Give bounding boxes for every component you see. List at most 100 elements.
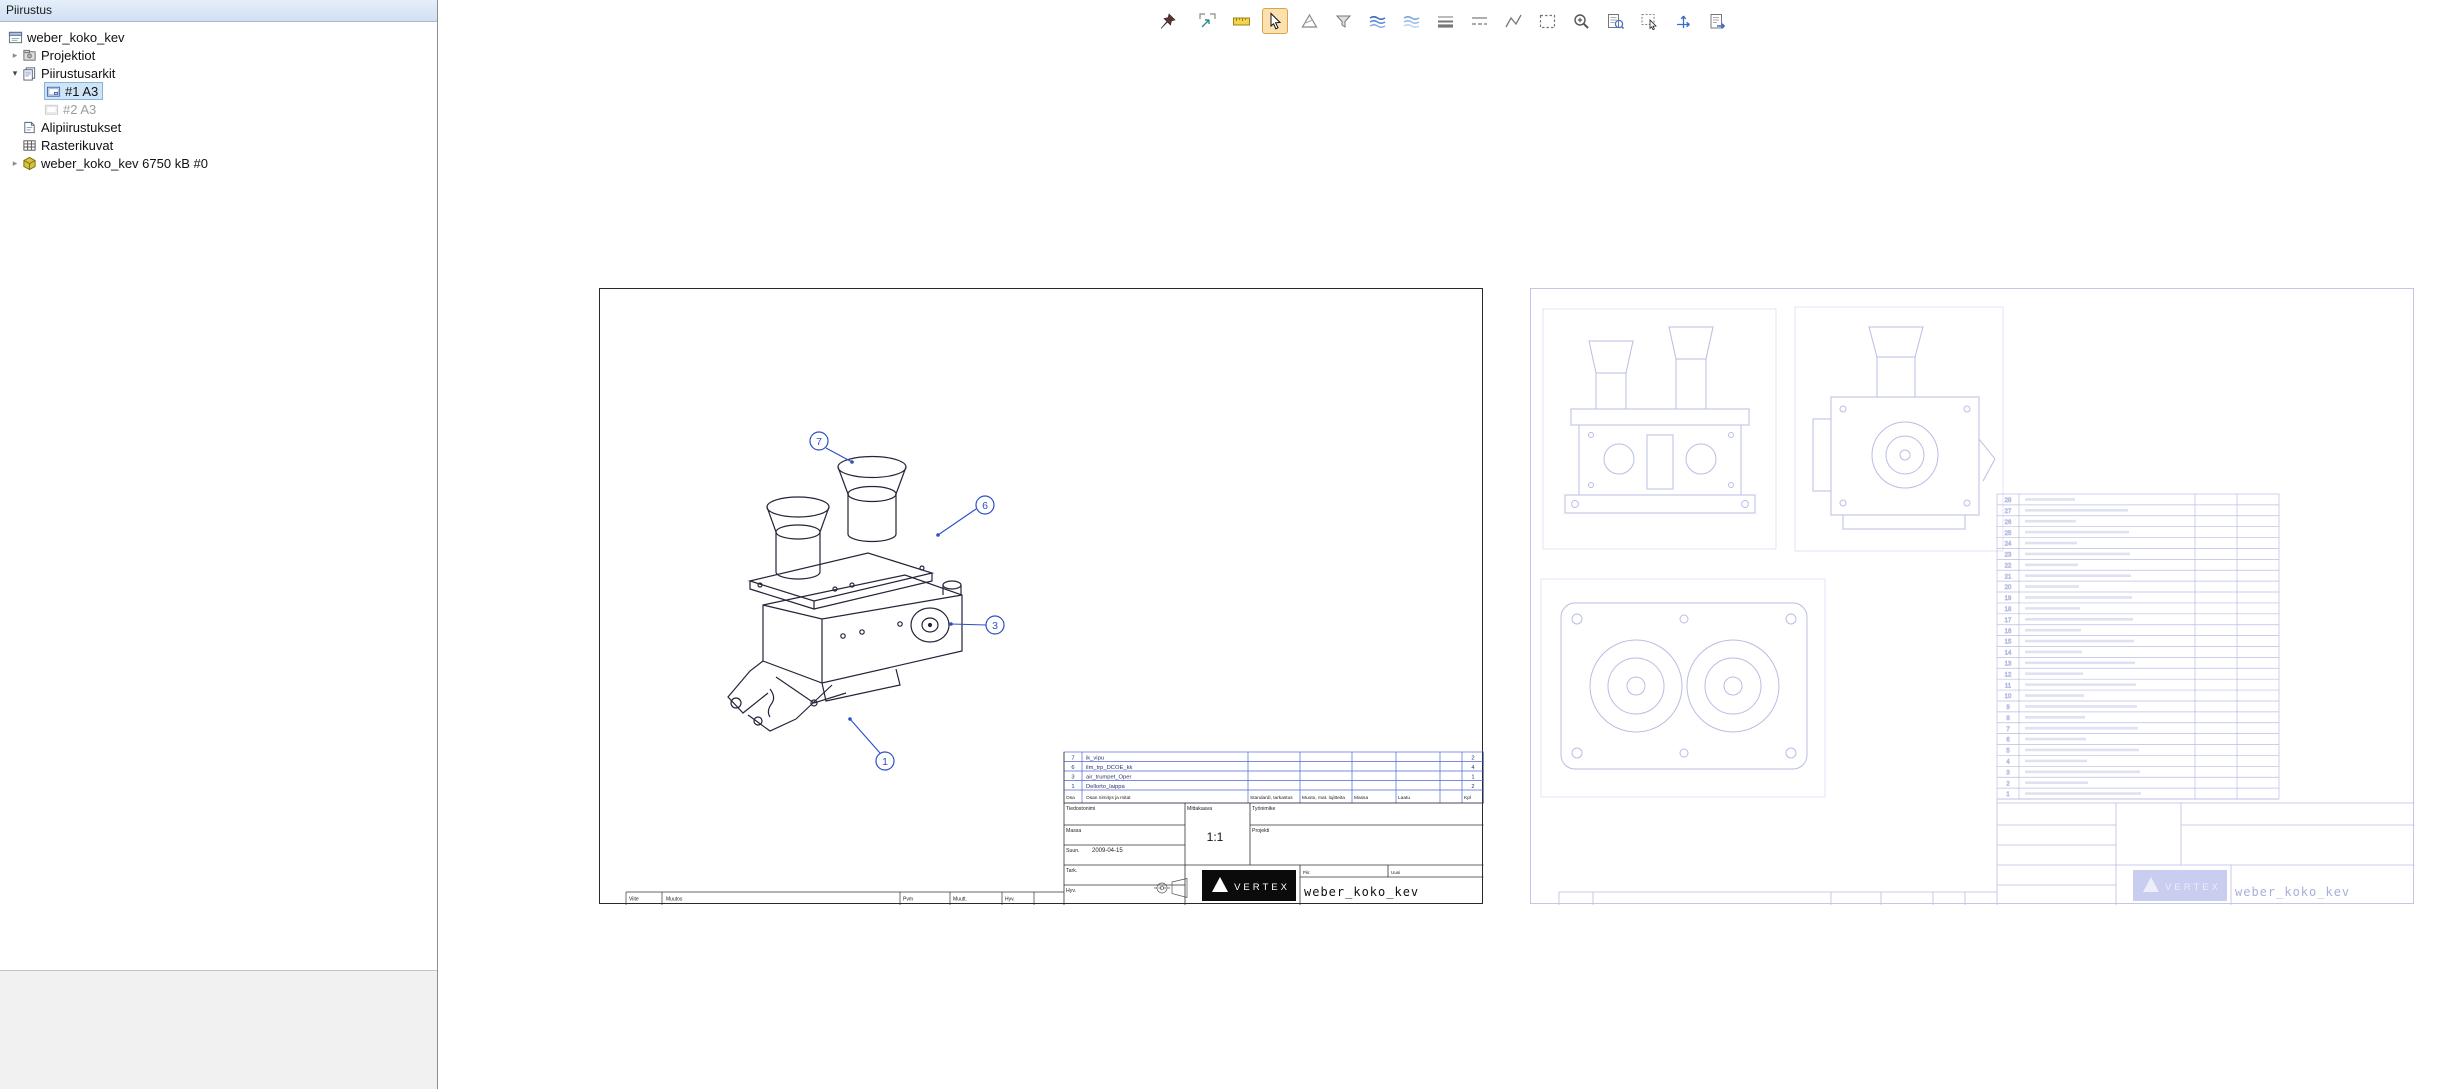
- svg-text:22: 22: [2005, 563, 2012, 569]
- line-style-button[interactable]: [1466, 8, 1492, 34]
- rev-muutt: Muutt.: [953, 897, 967, 903]
- svg-text:28: 28: [2005, 498, 2012, 504]
- label-uusi: Uusi: [1391, 870, 1400, 875]
- fit-selection-button[interactable]: [1194, 8, 1220, 34]
- drawing-sheet-2-a3-ghost[interactable]: 2827262524232221201918171615141312111098…: [1530, 288, 2414, 904]
- hatch-tool-button[interactable]: [1296, 8, 1322, 34]
- polyline-button[interactable]: [1500, 8, 1526, 34]
- zoom-sheet-button[interactable]: [1602, 8, 1628, 34]
- panel-title: Piirustus: [0, 0, 437, 22]
- balloon-3-label: 3: [992, 620, 998, 632]
- rev-hyv: Hyv.: [1005, 897, 1015, 903]
- svg-text:6: 6: [2006, 738, 2010, 744]
- part-row-name: Dellorto_laippa: [1086, 784, 1125, 790]
- svg-text:7: 7: [2006, 727, 2010, 733]
- label-mittakaava: Mittakaava: [1187, 806, 1212, 812]
- tree-item-sheet-2-a3[interactable]: #2 A3: [0, 100, 437, 118]
- svg-text:11: 11: [2005, 683, 2012, 689]
- model-cube-icon: [22, 156, 37, 171]
- tree-item-piirustusarkit[interactable]: ▾ Piirustusarkit: [0, 64, 437, 82]
- measure-tool-button[interactable]: [1228, 8, 1254, 34]
- sidebar-empty-area: [0, 970, 437, 1089]
- polyline-icon: [1504, 12, 1523, 31]
- svg-text:19: 19: [2005, 596, 2012, 602]
- tree-item-label: Piirustusarkit: [41, 66, 115, 81]
- label-tiedostonimi: Tiedostonimi: [1066, 806, 1095, 812]
- rev-pvm: Pvm: [903, 897, 913, 903]
- svg-text:24: 24: [2005, 542, 2012, 548]
- tree-item-label: weber_koko_kev 6750 kB #0: [41, 156, 208, 171]
- zoom-window-button[interactable]: [1534, 8, 1560, 34]
- balloon-6-label: 6: [982, 500, 988, 512]
- tree-item-sheet-1-a3[interactable]: #1 A3: [0, 82, 437, 100]
- export-view-button[interactable]: [1704, 8, 1730, 34]
- zoom-in-button[interactable]: [1568, 8, 1594, 34]
- svg-text:8: 8: [2006, 716, 2010, 722]
- ghost-logo-text: VERTEX: [2165, 882, 2221, 893]
- part-row-no: 6: [1071, 765, 1074, 771]
- drawing-sheet-1-a3[interactable]: 7 6 3 1 7 ik_vipu 2 6 ilm_trp_DCOE_kk 4 …: [599, 288, 1483, 904]
- select-tool-button[interactable]: [1262, 8, 1288, 34]
- chevron-right-icon[interactable]: ▸: [8, 158, 22, 169]
- line-weight-icon: [1436, 12, 1455, 31]
- doc-arrow-icon: [1708, 12, 1727, 31]
- subdrawing-icon: [22, 120, 37, 135]
- part-row-qty: 2: [1471, 756, 1474, 762]
- layer-down-button[interactable]: [1398, 8, 1424, 34]
- sheet-icon: [44, 102, 59, 117]
- part-row-name: ik_vipu: [1086, 756, 1104, 762]
- cursor-icon: [1271, 13, 1280, 28]
- sheet1-drawing[interactable]: 7 6 3 1 7 ik_vipu 2 6 ilm_trp_DCOE_kk 4 …: [600, 289, 1484, 905]
- filter-tool-button[interactable]: [1330, 8, 1356, 34]
- layers-icon: [1368, 12, 1387, 31]
- header-muoto: Muoto, mat. lujitteita: [1302, 795, 1345, 801]
- chevron-right-icon[interactable]: ▸: [8, 50, 22, 61]
- balloon-1-label: 1: [882, 756, 888, 768]
- pin-tool-button[interactable]: [1154, 8, 1180, 34]
- tree-item-rasterikuvat[interactable]: Rasterikuvat: [0, 136, 437, 154]
- part-row-no: 3: [1071, 775, 1074, 781]
- select-region-button[interactable]: [1636, 8, 1662, 34]
- header-standardi: Standardi, tarkastus: [1250, 795, 1293, 801]
- part-row-qty: 2: [1471, 784, 1474, 790]
- carburetor-isometric-view[interactable]: [728, 457, 962, 732]
- tree-item-projektiot[interactable]: ▸ Projektiot: [0, 46, 437, 64]
- svg-text:20: 20: [2005, 585, 2012, 591]
- tree-item-weber-koko-kev[interactable]: weber_koko_kev: [0, 28, 437, 46]
- tree-item-alipiirustukset[interactable]: Alipiirustukset: [0, 118, 437, 136]
- svg-text:5: 5: [2006, 749, 2010, 755]
- svg-text:27: 27: [2005, 509, 2012, 515]
- svg-text:18: 18: [2005, 607, 2012, 613]
- ghost-side-view: [1813, 327, 1995, 529]
- svg-text:3: 3: [2006, 770, 2010, 776]
- ghost-vertex-logo: VERTEX: [2133, 870, 2227, 901]
- projection-symbol-icon: [1154, 879, 1187, 898]
- tree-item-label: #1 A3: [65, 84, 98, 99]
- svg-text:12: 12: [2005, 672, 2012, 678]
- region-cursor-icon: [1640, 12, 1659, 31]
- revision-strip: [626, 892, 1064, 905]
- sheet2-drawing[interactable]: 2827262524232221201918171615141312111098…: [1531, 289, 2415, 905]
- part-row-qty: 4: [1471, 765, 1475, 771]
- balloon-circles: [810, 432, 1004, 770]
- header-massa: Massa: [1354, 795, 1368, 801]
- header-osa: Osa: [1066, 795, 1075, 801]
- part-row-name: air_trumpet_Oper: [1086, 775, 1131, 781]
- layer-up-button[interactable]: [1364, 8, 1390, 34]
- line-weight-button[interactable]: [1432, 8, 1458, 34]
- ghost-top-view: [1561, 603, 1807, 769]
- svg-text:9: 9: [2006, 705, 2010, 711]
- axes-cross-icon: [1674, 12, 1693, 31]
- origin-axes-button[interactable]: [1670, 8, 1696, 34]
- header-kpl: Kpl: [1464, 795, 1471, 801]
- logo-text: VERTEX: [1234, 882, 1290, 893]
- chevron-down-icon[interactable]: ▾: [8, 68, 22, 79]
- tree-item-weber-koko-kev-model[interactable]: ▸ weber_koko_kev 6750 kB #0: [0, 154, 437, 172]
- projects-icon: [22, 48, 37, 63]
- tree-item-label: Rasterikuvat: [41, 138, 113, 153]
- svg-text:13: 13: [2005, 661, 2012, 667]
- balloon-7-label: 7: [816, 436, 822, 448]
- line-style-icon: [1470, 12, 1489, 31]
- part-row-qty: 1: [1471, 775, 1474, 781]
- ruler-icon: [1233, 18, 1249, 25]
